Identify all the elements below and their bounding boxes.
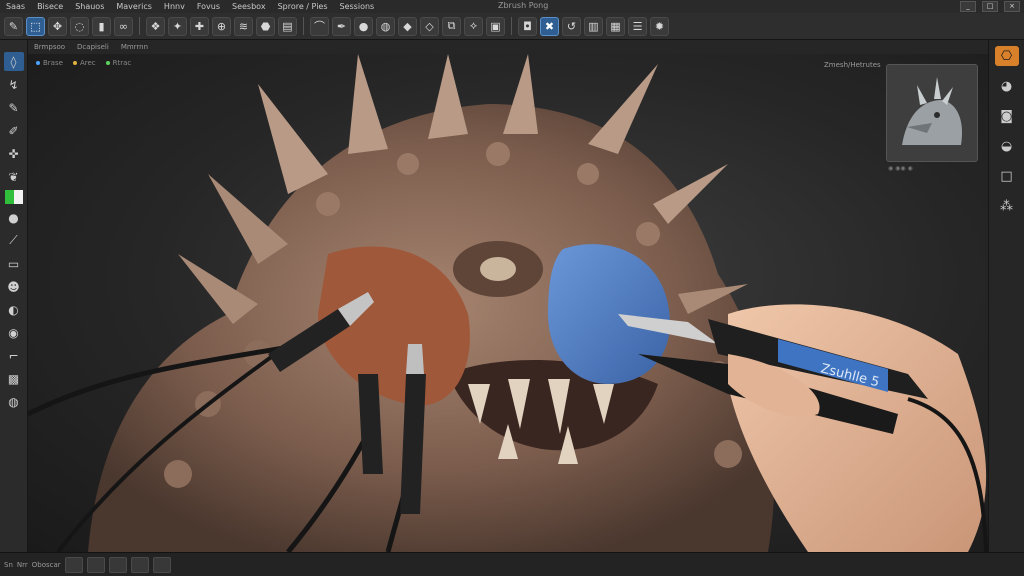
paint-icon[interactable]: ❖ [146, 16, 165, 36]
inflate-brush-icon[interactable]: ✜ [4, 144, 24, 163]
bottombar-button[interactable] [64, 556, 83, 573]
thumbnail-caption: ◉ ◉◉ ◉ [888, 165, 913, 172]
document-icon[interactable]: ▤ [278, 16, 297, 36]
menu-item[interactable]: Fovus [191, 2, 226, 11]
menu-bar: Saas Bisece Shauos Maverics Hnnv Fovus Seesbox… [0, 0, 1024, 14]
frame-icon[interactable]: ▭ [4, 254, 24, 273]
menu-item[interactable]: Shauos [69, 2, 110, 11]
dynamesh-icon[interactable]: ◇ [420, 16, 439, 36]
right-tool-palette: ⎔ ◕ ◙ ◒ □ ⁂ [988, 40, 1024, 552]
light-icon[interactable]: ◒ [995, 136, 1019, 156]
sculpt-scene: Zsuhlle 5 [28, 54, 988, 552]
toolbar-separator [139, 17, 140, 35]
left-tool-palette: ◊ ↯ ✎ ✐ ✜ ❦ ● ⟋ ▭ ☻ ◐ ◉ ⌐ ▩ ◍ [0, 40, 28, 552]
window-controls: _ □ × [960, 1, 1020, 12]
subbar-item[interactable]: Brmpsoo [28, 43, 71, 51]
rotate-icon[interactable]: ◍ [4, 392, 24, 411]
layers-icon[interactable]: ▥ [584, 16, 603, 36]
color-swatch-icon[interactable] [4, 190, 23, 204]
transpose-icon[interactable]: ⟡ [464, 16, 483, 36]
toolbar-separator [511, 17, 512, 35]
move-icon[interactable]: ✥ [48, 16, 67, 36]
bottom-bar: Sn Nrr Oboscar [0, 552, 1024, 576]
material-icon[interactable]: ● [354, 16, 373, 36]
polygroup-icon[interactable]: ◘ [518, 16, 537, 36]
canvas-icon[interactable]: □ [995, 166, 1019, 186]
symmetry-icon[interactable]: ⧉ [442, 16, 461, 36]
camera-icon[interactable]: ◙ [995, 106, 1019, 126]
sub-toolbar: Brmpsoo Dcapiseli Mmrrnn [28, 40, 988, 54]
sculpt-icon[interactable]: ✚ [190, 16, 209, 36]
knife-icon[interactable]: ⟋ [4, 231, 24, 250]
spiral-icon[interactable]: ◐ [4, 300, 24, 319]
globe-icon[interactable]: ◉ [4, 323, 24, 342]
menu-item[interactable]: Sessions [334, 2, 381, 11]
brush-icon[interactable]: ✎ [4, 16, 23, 36]
clay-brush-icon[interactable]: ✎ [4, 98, 24, 117]
close-icon[interactable]: × [1004, 1, 1020, 12]
visibility-icon[interactable]: ◕ [995, 76, 1019, 96]
picture-icon[interactable]: ▩ [4, 369, 24, 388]
link-icon[interactable]: ∞ [114, 16, 133, 36]
pen-icon[interactable]: ✒ [332, 16, 351, 36]
subbar-item[interactable]: Mmrrnn [115, 43, 154, 51]
subbar-item[interactable]: Dcapiseli [71, 43, 115, 51]
chevron-icon[interactable]: ⌐ [4, 346, 24, 365]
menu-item[interactable]: Hnnv [158, 2, 191, 11]
sphere-icon[interactable]: ● [4, 208, 24, 227]
star-icon[interactable]: ✦ [168, 16, 187, 36]
bottombar-button[interactable] [152, 556, 171, 573]
menu-item[interactable]: Saas [0, 2, 31, 11]
select-rect-icon[interactable]: ⬚ [26, 16, 45, 36]
channel-icon[interactable]: ▮ [92, 16, 111, 36]
menu-items: Saas Bisece Shauos Maverics Hnnv Fovus Seesbox… [0, 2, 380, 11]
bottombar-button[interactable] [108, 556, 127, 573]
lasso-icon[interactable]: ◌ [70, 16, 89, 36]
list-icon[interactable]: ☰ [628, 16, 647, 36]
texture-icon[interactable]: ◆ [398, 16, 417, 36]
clay-icon[interactable]: ⬣ [256, 16, 275, 36]
menu-item[interactable]: Bisece [31, 2, 69, 11]
menu-item[interactable]: Sprore / Pies [272, 2, 334, 11]
undo-icon[interactable]: ↺ [562, 16, 581, 36]
maximize-icon[interactable]: □ [982, 1, 998, 12]
bottombar-label: Sn [4, 560, 13, 569]
gear-icon[interactable]: ✹ [650, 16, 669, 36]
menu-item[interactable]: Maverics [110, 2, 158, 11]
minimize-icon[interactable]: _ [960, 1, 976, 12]
standard-brush-icon[interactable]: ◊ [3, 52, 24, 71]
grid-icon[interactable]: ▦ [606, 16, 625, 36]
move-brush-icon[interactable]: ↯ [4, 75, 24, 94]
layer-brush-icon[interactable]: ❦ [4, 167, 24, 186]
head-icon[interactable]: ☻ [4, 277, 24, 296]
smooth-icon[interactable]: ≋ [234, 16, 253, 36]
viewport[interactable]: Brase Arec Rtrac Zmesh/Hetrutes Zsuhlle … [28, 54, 988, 552]
bottombar-label: Oboscar [31, 560, 61, 569]
bottombar-label: Nrr [16, 560, 28, 569]
model-thumbnail[interactable] [886, 64, 978, 162]
gizmo-icon[interactable]: ⊕ [212, 16, 231, 36]
pinch-brush-icon[interactable]: ✐ [4, 121, 24, 140]
app-title: Zbrush Pong [498, 1, 549, 10]
main-toolbar: ✎ ⬚ ✥ ◌ ▮ ∞ ❖ ✦ ✚ ⊕ ≋ ⬣ ▤ ⌒ ✒ ● ◍ ◆ ◇ ⧉ ⟡ ▣ ◘ ✖ ↺ ▥ ▦ ☰ ✹ [0, 13, 1024, 40]
toolbar-separator [303, 17, 304, 35]
bottombar-button[interactable] [130, 556, 149, 573]
cross-icon[interactable]: ✖ [540, 16, 559, 36]
active-tool-icon[interactable]: ⎔ [994, 46, 1019, 66]
curve-icon[interactable]: ⌒ [310, 16, 329, 36]
menu-item[interactable]: Seesbox [226, 2, 272, 11]
mask-icon[interactable]: ▣ [486, 16, 505, 36]
color-icon[interactable]: ◍ [376, 16, 395, 36]
bottombar-button[interactable] [86, 556, 105, 573]
cluster-icon[interactable]: ⁂ [995, 196, 1019, 216]
